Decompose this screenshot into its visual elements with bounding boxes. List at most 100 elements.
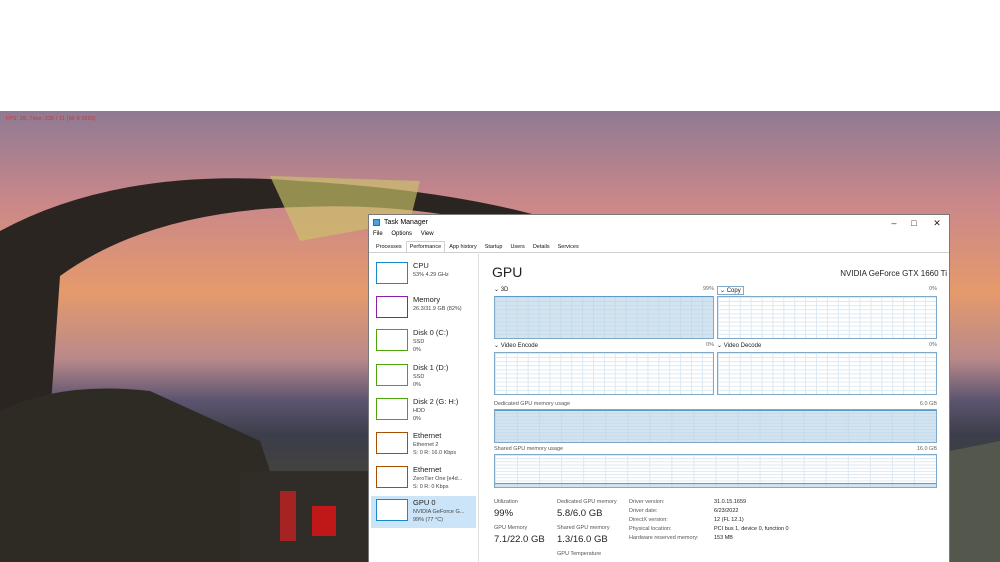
gpu-detail-pane: GPU NVIDIA GeForce GTX 1660 Ti ⌄ 3D 99% … bbox=[492, 254, 947, 562]
engine-graph-copy bbox=[717, 296, 937, 339]
menu-view[interactable]: View bbox=[421, 231, 434, 237]
sidebar-item-sub1: 53% 4.29 GHz bbox=[413, 272, 449, 278]
tab-performance[interactable]: Performance bbox=[405, 241, 446, 252]
sidebar-item-sub2: 99% (77 °C) bbox=[413, 517, 444, 523]
sidebar-item-sub1: HDD bbox=[413, 408, 425, 414]
tab-details[interactable]: Details bbox=[529, 241, 554, 250]
maximize-icon[interactable]: □ bbox=[904, 216, 924, 230]
info-value: 12 (FL 12.1) bbox=[714, 517, 744, 523]
menu-options[interactable]: Options bbox=[391, 231, 412, 237]
dedicated-memory-stat-value: 5.8/6.0 GB bbox=[557, 508, 603, 519]
performance-sidebar: CPU 53% 4.29 GHz Memory 26.3/31.9 GB (82… bbox=[369, 254, 479, 562]
sidebar-item-sub2: 0% bbox=[413, 416, 421, 422]
graph-fill bbox=[495, 296, 713, 338]
ethernet-sparkline bbox=[376, 432, 408, 454]
sidebar-item-title: Ethernet bbox=[413, 431, 442, 440]
engine-graph-3d bbox=[494, 296, 714, 339]
gpu-temperature-label: GPU Temperature bbox=[557, 551, 602, 557]
sidebar-item-sub1: NVIDIA GeForce G... bbox=[413, 509, 465, 515]
sidebar-item-gpu0[interactable]: GPU 0 NVIDIA GeForce G... 99% (77 °C) bbox=[371, 496, 476, 528]
tab-app-history[interactable]: App history bbox=[445, 241, 481, 250]
info-value: 153 MB bbox=[714, 535, 733, 541]
close-icon[interactable]: ✕ bbox=[927, 216, 947, 230]
sidebar-item-sub2: S: 0 R: 0 Kbps bbox=[413, 484, 449, 490]
info-value: PCI bus 1, device 0, function 0 bbox=[714, 526, 789, 532]
tab-bar: Processes Performance App history Startu… bbox=[369, 241, 949, 253]
sidebar-item-title: GPU 0 bbox=[413, 498, 436, 507]
engine-graph-video-encode bbox=[494, 352, 714, 395]
title-bar[interactable]: Task Manager – □ ✕ bbox=[369, 215, 949, 231]
sidebar-item-title: Memory bbox=[413, 295, 441, 304]
engine-pct: 0% bbox=[929, 286, 937, 292]
sidebar-item-disk0[interactable]: Disk 0 (C:) SSD 0% bbox=[371, 326, 476, 358]
engine-dropdown-3d[interactable]: ⌄ 3D bbox=[494, 286, 508, 293]
gpu-sparkline bbox=[376, 499, 408, 521]
tab-processes[interactable]: Processes bbox=[372, 241, 406, 250]
sidebar-item-disk2[interactable]: Disk 2 (G: H:) HDD 0% bbox=[371, 395, 476, 427]
engine-label: Video Decode bbox=[723, 343, 762, 349]
gpu-model-name: NVIDIA GeForce GTX 1660 Ti bbox=[840, 269, 947, 278]
engine-pct: 0% bbox=[929, 342, 937, 348]
task-manager-window: Task Manager – □ ✕ File Options View Pro… bbox=[368, 214, 950, 562]
sidebar-item-cpu[interactable]: CPU 53% 4.29 GHz bbox=[371, 259, 476, 291]
sidebar-item-title: Disk 1 (D:) bbox=[413, 363, 449, 372]
shared-memory-graph bbox=[494, 454, 937, 488]
engine-dropdown-copy[interactable]: ⌄ Copy bbox=[717, 286, 744, 295]
engine-label: 3D bbox=[500, 287, 509, 293]
info-key: DirectX version: bbox=[629, 517, 668, 523]
sidebar-item-ethernet-zerotier[interactable]: Ethernet ZeroTier One [e4d... S: 0 R: 0 … bbox=[371, 463, 476, 495]
info-value: 6/23/2022 bbox=[714, 508, 739, 514]
shared-memory-stat-value: 1.3/16.0 GB bbox=[557, 534, 608, 545]
info-value: 31.0.15.1659 bbox=[714, 499, 747, 505]
tab-startup[interactable]: Startup bbox=[481, 241, 507, 250]
sidebar-item-sub1: SSD bbox=[413, 374, 425, 380]
dedicated-memory-label: Dedicated GPU memory usage bbox=[494, 401, 571, 407]
sidebar-item-ethernet2[interactable]: Ethernet Ethernet 2 S: 0 R: 16.0 Kbps bbox=[371, 429, 476, 461]
dedicated-memory-stat-label: Dedicated GPU memory bbox=[557, 499, 617, 505]
tab-users[interactable]: Users bbox=[506, 241, 528, 250]
minimize-icon[interactable]: – bbox=[884, 216, 904, 230]
sidebar-item-title: Disk 2 (G: H:) bbox=[413, 397, 459, 406]
dedicated-memory-graph bbox=[494, 409, 937, 443]
info-key: Physical location: bbox=[629, 526, 672, 532]
page-title: GPU bbox=[492, 264, 523, 280]
sidebar-item-title: CPU bbox=[413, 261, 429, 270]
menu-file[interactable]: File bbox=[373, 231, 383, 237]
window-title: Task Manager bbox=[384, 219, 428, 226]
tab-services[interactable]: Services bbox=[554, 241, 583, 250]
fps-overlay: FPS: 28, Time: 235 / 11 (MI-8 0000) bbox=[6, 116, 96, 122]
engine-pct: 0% bbox=[706, 342, 714, 348]
engine-label: Video Encode bbox=[500, 343, 538, 349]
sidebar-item-sub2: S: 0 R: 16.0 Kbps bbox=[413, 450, 457, 456]
sidebar-item-sub1: ZeroTier One [e4d... bbox=[413, 476, 463, 482]
sidebar-item-sub1: SSD bbox=[413, 339, 425, 345]
graph-fill bbox=[495, 483, 936, 487]
sidebar-item-memory[interactable]: Memory 26.3/31.9 GB (82%) bbox=[371, 293, 476, 325]
disk2-sparkline bbox=[376, 398, 408, 420]
dedicated-memory-max: 6.0 GB bbox=[919, 401, 937, 407]
sidebar-item-sub2: 0% bbox=[413, 347, 421, 353]
info-key: Driver version: bbox=[629, 499, 665, 505]
info-key: Hardware reserved memory: bbox=[629, 535, 699, 541]
menu-bar: File Options View bbox=[369, 231, 949, 241]
disk1-sparkline bbox=[376, 364, 408, 386]
engine-label: Copy bbox=[726, 288, 741, 294]
sidebar-item-title: Disk 0 (C:) bbox=[413, 328, 449, 337]
gpu-memory-value: 7.1/22.0 GB bbox=[494, 534, 545, 545]
utilization-value: 99% bbox=[494, 508, 514, 519]
shared-memory-label: Shared GPU memory usage bbox=[494, 446, 564, 452]
engine-dropdown-video-decode[interactable]: ⌄ Video Decode bbox=[717, 342, 761, 349]
task-manager-icon bbox=[373, 219, 380, 226]
shared-memory-stat-label: Shared GPU memory bbox=[557, 525, 610, 531]
graph-fill bbox=[495, 409, 936, 442]
memory-sparkline bbox=[376, 296, 408, 318]
engine-graph-video-decode bbox=[717, 352, 937, 395]
gpu-memory-label: GPU Memory bbox=[494, 525, 528, 531]
sidebar-item-title: Ethernet bbox=[413, 465, 442, 474]
engine-pct: 99% bbox=[702, 286, 714, 292]
engine-dropdown-video-encode[interactable]: ⌄ Video Encode bbox=[494, 342, 538, 349]
sidebar-item-disk1[interactable]: Disk 1 (D:) SSD 0% bbox=[371, 361, 476, 393]
shared-memory-max: 16.0 GB bbox=[916, 446, 937, 452]
utilization-label: Utilization bbox=[494, 499, 518, 505]
sidebar-item-sub1: Ethernet 2 bbox=[413, 442, 439, 448]
